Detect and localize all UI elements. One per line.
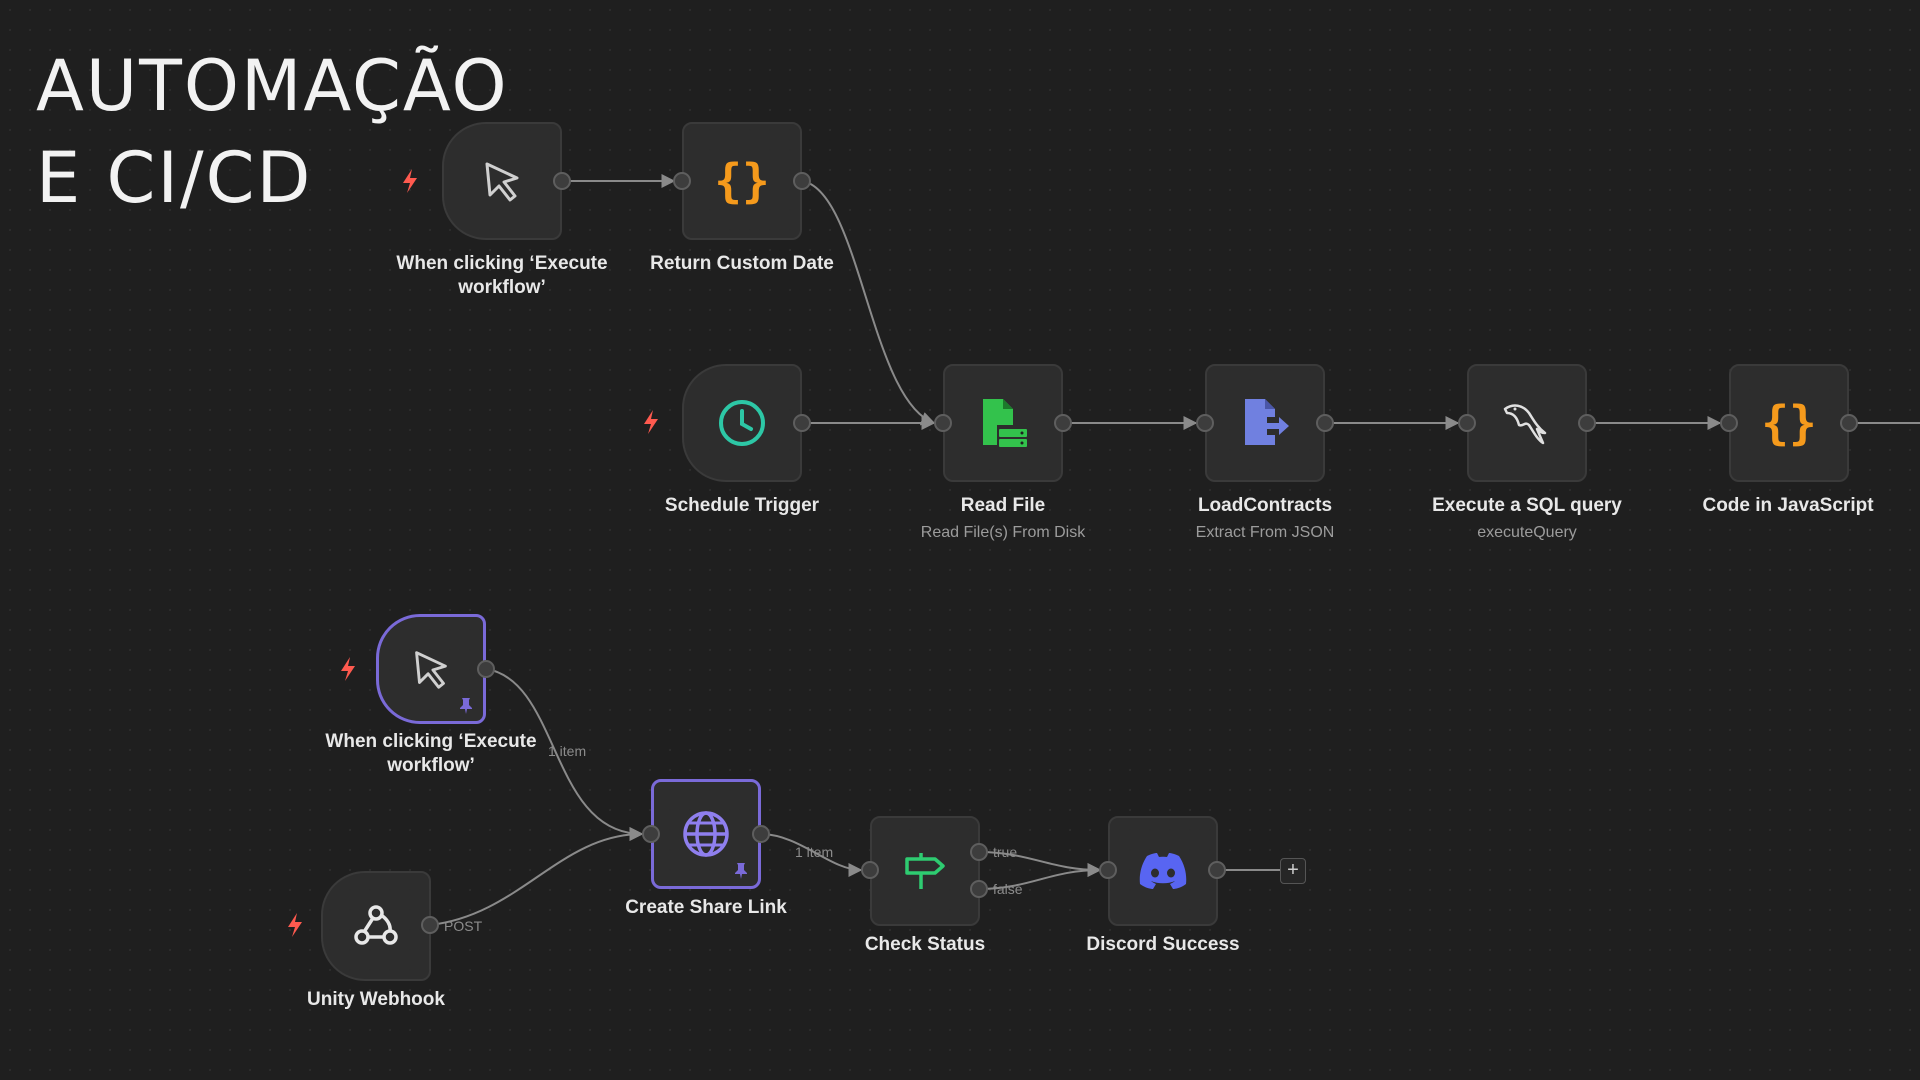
trigger-bolt-icon bbox=[341, 657, 355, 681]
node-manual-trigger[interactable] bbox=[442, 122, 562, 240]
svg-text:{}: {} bbox=[714, 154, 769, 208]
add-node-button[interactable]: + bbox=[1280, 858, 1306, 884]
node-label: When clicking ‘Execute workflow’ bbox=[325, 731, 537, 776]
output-handle[interactable] bbox=[793, 414, 811, 432]
node-subtitle: Read File(s) From Disk bbox=[920, 524, 1086, 541]
clock-icon bbox=[719, 400, 765, 446]
trigger-bolt-icon bbox=[288, 913, 302, 937]
output-handle[interactable] bbox=[1054, 414, 1072, 432]
node-return-custom-date[interactable]: {} bbox=[682, 122, 802, 240]
node-code-in-javascript[interactable]: {} bbox=[1729, 364, 1849, 482]
node-label: Schedule Trigger bbox=[664, 495, 820, 516]
mysql-dolphin-icon bbox=[1503, 404, 1547, 445]
node-subtitle: executeQuery bbox=[1477, 524, 1577, 541]
input-handle[interactable] bbox=[934, 414, 952, 432]
signpost-icon bbox=[905, 853, 945, 889]
webhook-icon bbox=[354, 905, 398, 945]
pin-icon bbox=[460, 698, 472, 714]
page-title: AUTOMAÇÃO E CI/CD bbox=[36, 40, 509, 224]
code-braces-icon: {} bbox=[1761, 396, 1816, 450]
node-label: LoadContracts bbox=[1197, 495, 1333, 516]
input-handle[interactable] bbox=[1720, 414, 1738, 432]
edge-item-count: 1 item bbox=[795, 844, 834, 860]
discord-icon bbox=[1139, 853, 1187, 889]
output-handle[interactable] bbox=[752, 825, 770, 843]
input-handle[interactable] bbox=[861, 861, 879, 879]
node-label: Check Status bbox=[864, 934, 986, 955]
input-handle[interactable] bbox=[1458, 414, 1476, 432]
output-handle[interactable] bbox=[793, 172, 811, 190]
node-label: Read File bbox=[960, 495, 1046, 516]
node-load-contracts[interactable] bbox=[1205, 364, 1325, 482]
pin-icon bbox=[735, 863, 747, 879]
svg-text:{}: {} bbox=[1761, 396, 1816, 450]
input-handle[interactable] bbox=[1099, 861, 1117, 879]
output-handle[interactable] bbox=[477, 660, 495, 678]
connection-return-date-to-read-file[interactable] bbox=[801, 180, 936, 426]
node-check-status[interactable] bbox=[870, 816, 980, 926]
input-handle[interactable] bbox=[642, 825, 660, 843]
output-handle[interactable] bbox=[553, 172, 571, 190]
output-handle[interactable] bbox=[1208, 861, 1226, 879]
node-label: Create Share Link bbox=[625, 897, 787, 918]
file-export-icon bbox=[1245, 399, 1289, 445]
node-discord-success[interactable] bbox=[1108, 816, 1218, 926]
node-schedule-trigger[interactable] bbox=[682, 364, 802, 482]
page-title-line2: E CI/CD bbox=[36, 137, 313, 219]
webhook-method-label: POST bbox=[444, 918, 483, 934]
node-label: When clicking ‘Execute workflow’ bbox=[396, 253, 608, 298]
globe-icon bbox=[683, 811, 729, 857]
output-handle[interactable] bbox=[1840, 414, 1858, 432]
output-handle-false[interactable] bbox=[970, 880, 988, 898]
input-handle[interactable] bbox=[673, 172, 691, 190]
edge-item-count: 1 item bbox=[548, 743, 587, 759]
node-unity-webhook[interactable] bbox=[321, 871, 431, 981]
node-label: Execute a SQL query bbox=[1432, 495, 1622, 516]
node-read-file[interactable] bbox=[943, 364, 1063, 482]
output-handle[interactable] bbox=[1316, 414, 1334, 432]
cursor-icon bbox=[415, 651, 447, 689]
branch-false-label: false bbox=[993, 881, 1023, 897]
code-braces-icon: {} bbox=[714, 154, 769, 208]
node-label: Unity Webhook bbox=[307, 989, 445, 1010]
cursor-icon bbox=[485, 162, 519, 202]
page-title-line1: AUTOMAÇÃO bbox=[36, 45, 509, 127]
node-label: Return Custom Date bbox=[650, 253, 834, 274]
node-execute-sql-query[interactable] bbox=[1467, 364, 1587, 482]
output-handle[interactable] bbox=[421, 916, 439, 934]
branch-true-label: true bbox=[993, 844, 1018, 860]
output-handle-true[interactable] bbox=[970, 843, 988, 861]
trigger-bolt-icon bbox=[644, 410, 658, 434]
output-handle[interactable] bbox=[1578, 414, 1596, 432]
node-label: Code in JavaScript bbox=[1702, 495, 1874, 516]
node-label: Discord Success bbox=[1086, 934, 1240, 955]
file-disk-icon bbox=[983, 399, 1027, 447]
input-handle[interactable] bbox=[1196, 414, 1214, 432]
node-subtitle: Extract From JSON bbox=[1195, 524, 1335, 541]
trigger-bolt-icon bbox=[403, 169, 417, 193]
